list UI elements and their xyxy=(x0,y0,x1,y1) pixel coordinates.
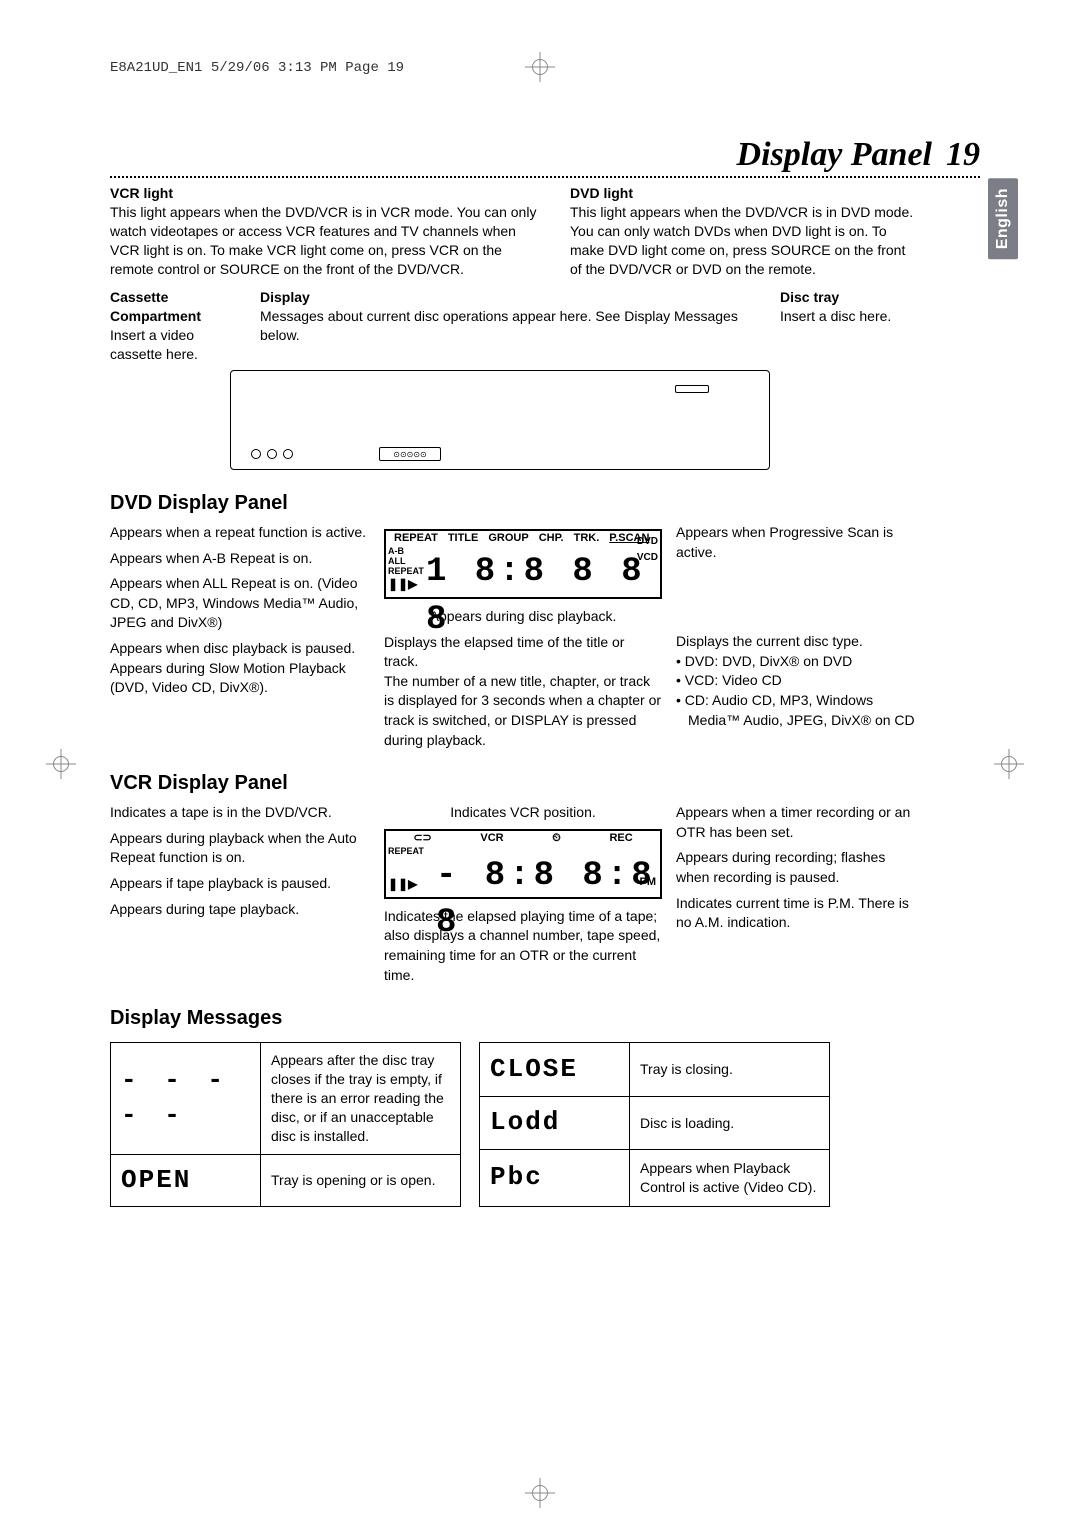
msg-desc-load: Disc is loading. xyxy=(630,1096,830,1150)
page-title-row: Display Panel 19 xyxy=(110,136,980,178)
tray-slot-icon xyxy=(675,385,709,393)
vcr-note-pm: Indicates current time is P.M. There is … xyxy=(676,894,916,933)
language-tab: English xyxy=(988,178,1018,259)
device-controls-icon xyxy=(251,449,293,459)
vcr-panel-heading: VCR Display Panel xyxy=(110,772,980,795)
cassette-block: Cassette Compartment Insert a video cass… xyxy=(110,288,250,364)
device-illustration: ⊙⊙⊙⊙⊙ xyxy=(110,370,980,470)
vcr-note-tapein: Indicates a tape is in the DVD/VCR. xyxy=(110,803,370,823)
vcr-play-pause-icon: ❚❚▶ xyxy=(388,876,417,893)
page-title: Display Panel xyxy=(737,136,932,174)
display-heading: Display xyxy=(260,289,310,305)
dvd-dt3: • CD: Audio CD, MP3, Windows Media™ Audi… xyxy=(676,691,916,730)
vcr-note-playback: Appears during tape playback. xyxy=(110,900,370,920)
vcr-note-rec: Appears during recording; flashes when r… xyxy=(676,848,916,887)
cassette-icon: ⊂⊃ xyxy=(413,831,431,846)
vcr-light-heading: VCR light xyxy=(110,185,173,201)
dvd-note-repeat: Appears when a repeat function is active… xyxy=(110,523,370,543)
page-meta-header: E8A21UD_EN1 5/29/06 3:13 PM Page 19 xyxy=(110,60,980,76)
dvd-note-paused: Appears when disc playback is paused. xyxy=(110,639,370,659)
cassette-body: Insert a video cassette here. xyxy=(110,327,198,362)
label-group: GROUP xyxy=(488,531,528,546)
msg-code-load: Lodd xyxy=(480,1096,630,1150)
disc-tray-body: Insert a disc here. xyxy=(780,308,891,324)
msg-code-close: CLOSE xyxy=(480,1043,630,1097)
vcr-note-timer: Appears when a timer recording or an OTR… xyxy=(676,803,916,842)
dvd-light-block: DVD light This light appears when the DV… xyxy=(570,184,920,278)
label-repeat: REPEAT xyxy=(394,531,438,546)
dvd-note-disctype: Displays the current disc type. xyxy=(676,632,916,652)
dvd-note-slow: Appears during Slow Motion Playback (DVD… xyxy=(110,659,370,698)
device-display-icon: ⊙⊙⊙⊙⊙ xyxy=(379,447,441,461)
label-vcr: VCR xyxy=(480,831,503,846)
display-body: Messages about current disc operations a… xyxy=(260,308,738,343)
msg-code-dash: - - - - - xyxy=(121,1065,229,1130)
messages-table-b: CLOSE Tray is closing. Lodd Disc is load… xyxy=(479,1042,830,1207)
vcr-note-paused: Appears if tape playback is paused. xyxy=(110,874,370,894)
msg-desc-close: Tray is closing. xyxy=(630,1043,830,1097)
cassette-heading: Cassette Compartment xyxy=(110,289,201,324)
dvd-light-body: This light appears when the DVD/VCR is i… xyxy=(570,204,913,277)
label-title: TITLE xyxy=(448,531,479,546)
label-repeat2: REPEAT xyxy=(388,566,424,576)
play-pause-icon: ❚❚▶ xyxy=(388,576,417,593)
dvd-note-ab: Appears when A-B Repeat is on. xyxy=(110,549,370,569)
vcr-display-graphic: ⊂⊃ VCR ⏲ REC REPEAT ❚❚▶ PM - 8:8 8:8 8 xyxy=(384,829,662,899)
label-chp: CHP. xyxy=(539,531,564,546)
vcr-seven-segment: - 8:8 8:8 8 xyxy=(436,853,660,948)
dvd-dt2: • VCD: Video CD xyxy=(676,671,916,691)
dvd-note-pscan: Appears when Progressive Scan is active. xyxy=(676,523,916,562)
vcr-light-body: This light appears when the DVD/VCR is i… xyxy=(110,204,536,277)
msg-desc-open: Tray is opening or is open. xyxy=(261,1154,461,1206)
dvd-light-heading: DVD light xyxy=(570,185,633,201)
msg-code-pbc: Pbc xyxy=(480,1150,630,1206)
label-trk: TRK. xyxy=(574,531,600,546)
dvd-note-number: The number of a new title, chapter, or t… xyxy=(384,672,662,750)
label-dvd: DVD xyxy=(637,535,658,549)
label-repeat-vcr: REPEAT xyxy=(388,846,424,856)
dvd-note-all: Appears when ALL Repeat is on. (Video CD… xyxy=(110,574,370,633)
timer-icon: ⏲ xyxy=(552,831,561,846)
msg-code-open: OPEN xyxy=(111,1154,261,1206)
label-ab: A-B xyxy=(388,546,404,556)
dvd-seven-segment: 1 8:8 8 8 8 xyxy=(426,549,660,644)
dvd-display-graphic: REPEAT TITLE GROUP CHP. TRK. P.SCAN A-B … xyxy=(384,529,662,599)
disc-tray-block: Disc tray Insert a disc here. xyxy=(780,288,980,364)
label-all: ALL xyxy=(388,556,406,566)
messages-heading: Display Messages xyxy=(110,1007,980,1030)
msg-desc-pbc: Appears when Playback Control is active … xyxy=(630,1150,830,1206)
vcr-note-pos: Indicates VCR position. xyxy=(384,803,662,823)
dvd-dt1: • DVD: DVD, DivX® on DVD xyxy=(676,652,916,672)
label-rec: REC xyxy=(609,831,632,846)
page-number: 19 xyxy=(946,136,980,174)
dvd-panel-heading: DVD Display Panel xyxy=(110,492,980,515)
msg-desc-dash: Appears after the disc tray closes if th… xyxy=(261,1043,461,1154)
disc-tray-heading: Disc tray xyxy=(780,289,839,305)
vcr-note-autorep: Appears during playback when the Auto Re… xyxy=(110,829,370,868)
vcr-light-block: VCR light This light appears when the DV… xyxy=(110,184,540,278)
display-block: Display Messages about current disc oper… xyxy=(260,288,770,364)
messages-table-a: - - - - - Appears after the disc tray cl… xyxy=(110,1042,461,1207)
